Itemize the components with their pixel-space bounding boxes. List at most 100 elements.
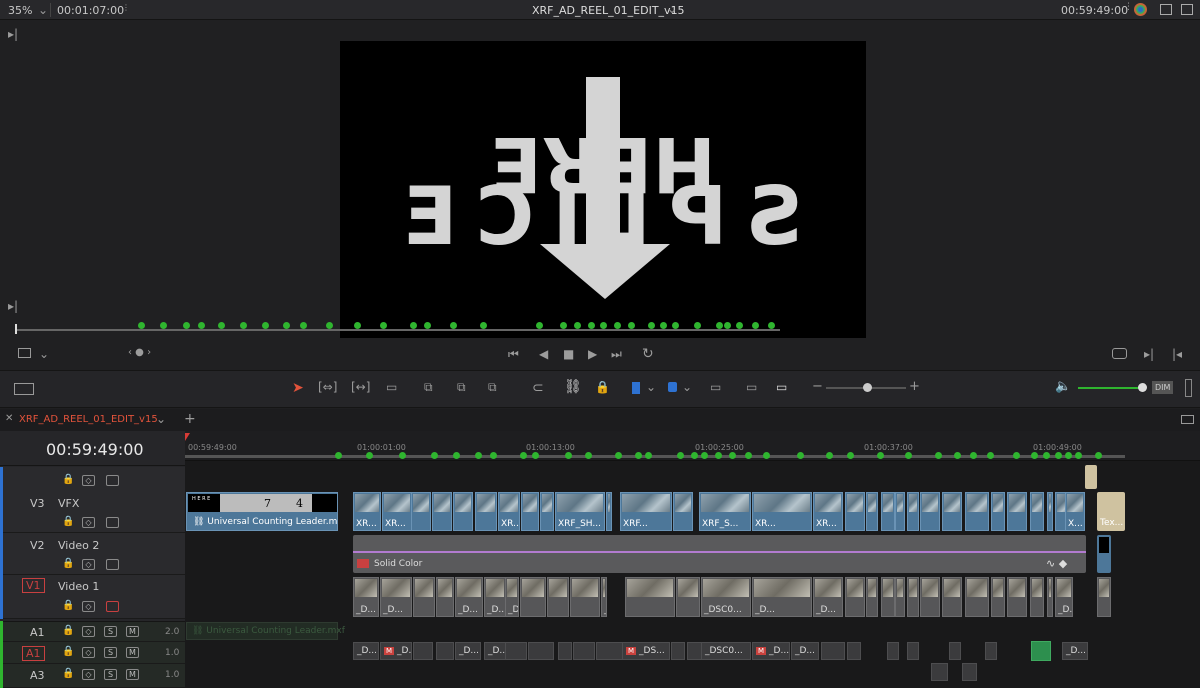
v3-clip[interactable] bbox=[965, 492, 989, 531]
go-to-end-icon[interactable]: ⏭ bbox=[611, 348, 622, 360]
zoom-detail-icon[interactable]: ▭ bbox=[746, 381, 757, 393]
v2-end-clip[interactable] bbox=[1097, 535, 1111, 573]
marker-dot[interactable] bbox=[716, 322, 723, 329]
v3-clip[interactable]: XR... bbox=[752, 492, 812, 531]
v1-clip[interactable]: _D... bbox=[505, 577, 519, 617]
marker-dot[interactable] bbox=[1055, 452, 1062, 459]
v1-clip[interactable]: _D... bbox=[455, 577, 483, 617]
v3-clip[interactable] bbox=[673, 492, 693, 531]
flag-icon[interactable] bbox=[632, 382, 640, 394]
playhead-head[interactable] bbox=[185, 433, 190, 441]
green-audio-clip[interactable] bbox=[1031, 641, 1051, 661]
audio-clip[interactable]: M_D... bbox=[380, 642, 412, 660]
audio-clip[interactable] bbox=[573, 642, 595, 660]
marker-dot[interactable] bbox=[1031, 452, 1038, 459]
viewer-options-icon[interactable] bbox=[18, 348, 31, 358]
v3-clip[interactable] bbox=[942, 492, 962, 531]
next-edit-icon[interactable]: ▸| bbox=[1144, 348, 1154, 360]
marker-dot[interactable] bbox=[877, 452, 884, 459]
lock-icon[interactable]: 🔒 bbox=[62, 517, 74, 527]
v1-clip[interactable]: _D... bbox=[752, 577, 812, 617]
marker-dot[interactable] bbox=[335, 452, 342, 459]
chevron-down-icon[interactable]: ⌄ bbox=[39, 348, 49, 360]
audio-clip[interactable]: _D... bbox=[353, 642, 379, 660]
title-clip-upper[interactable] bbox=[1085, 465, 1097, 489]
dim-button[interactable]: DIM bbox=[1152, 381, 1174, 394]
replace-clip-icon[interactable]: ⧉ bbox=[488, 381, 497, 393]
marker-dot[interactable] bbox=[300, 322, 307, 329]
match-frame-icon[interactable] bbox=[1112, 348, 1127, 359]
marker-dot[interactable] bbox=[600, 322, 607, 329]
a3-clip[interactable] bbox=[962, 663, 977, 681]
timeline-tab[interactable]: XRF_AD_REEL_01_EDIT_v15 bbox=[19, 414, 158, 425]
marker-dot[interactable] bbox=[701, 452, 708, 459]
lock-icon[interactable]: 🔒 bbox=[62, 647, 74, 657]
marker-dot[interactable] bbox=[660, 322, 667, 329]
fullscreen-icon[interactable] bbox=[1181, 4, 1193, 15]
v3-clip[interactable]: XR... bbox=[353, 492, 381, 531]
marker-dot[interactable] bbox=[480, 322, 487, 329]
v1-clip[interactable] bbox=[570, 577, 600, 617]
audio-clip[interactable] bbox=[821, 642, 845, 660]
zoom-out-icon[interactable]: − bbox=[812, 380, 823, 393]
marker-dot[interactable] bbox=[1075, 452, 1082, 459]
v3-clip[interactable] bbox=[1030, 492, 1044, 531]
v3-clip[interactable] bbox=[907, 492, 919, 531]
timeline-ruler[interactable]: 00:59:49:00 01:00:01:00 01:00:13:00 01:0… bbox=[185, 431, 1200, 461]
marker-dot[interactable] bbox=[380, 322, 387, 329]
v1-clip[interactable] bbox=[942, 577, 962, 617]
marker-dot[interactable] bbox=[987, 452, 994, 459]
marker-icon[interactable] bbox=[668, 382, 677, 392]
v1-clip[interactable]: _DS... bbox=[601, 577, 607, 617]
marker-dot[interactable] bbox=[970, 452, 977, 459]
v1-clip[interactable] bbox=[881, 577, 895, 617]
marker-dot[interactable] bbox=[262, 322, 269, 329]
marker-dot[interactable] bbox=[565, 452, 572, 459]
v1-clip[interactable]: _D... bbox=[1055, 577, 1073, 617]
audio-clip[interactable] bbox=[907, 642, 919, 660]
marker-dot[interactable] bbox=[672, 322, 679, 329]
v1-clip[interactable] bbox=[1047, 577, 1053, 617]
marker-dot[interactable] bbox=[752, 322, 759, 329]
auto-select-icon[interactable]: ◇ bbox=[82, 475, 95, 486]
v1-clip[interactable] bbox=[991, 577, 1005, 617]
solid-color-clip[interactable]: Solid Color ∿ ◆ bbox=[353, 535, 1086, 573]
v1-clip[interactable]: _D... bbox=[353, 577, 379, 617]
chevron-down-icon[interactable]: ⌄ bbox=[38, 4, 48, 16]
v1-clip[interactable]: _DSC0... bbox=[701, 577, 751, 617]
audio-clip[interactable]: _D... bbox=[484, 642, 506, 660]
v1-clip[interactable] bbox=[413, 577, 435, 617]
close-icon[interactable]: ✕ bbox=[5, 414, 13, 424]
marker-dot[interactable] bbox=[585, 452, 592, 459]
marker-dot[interactable] bbox=[536, 322, 543, 329]
overwrite-clip-icon[interactable]: ⧉ bbox=[457, 381, 466, 393]
lock-icon[interactable]: 🔒 bbox=[62, 601, 74, 611]
insert-clip-icon[interactable]: ⧉ bbox=[424, 381, 433, 393]
v1-clip[interactable]: _D... bbox=[484, 577, 506, 617]
v3-clip[interactable]: XRF_SH... bbox=[555, 492, 605, 531]
trim-tool-icon[interactable]: [⇔] bbox=[318, 381, 337, 393]
marker-dot[interactable] bbox=[490, 452, 497, 459]
v1-clip[interactable] bbox=[625, 577, 675, 617]
marker-dot[interactable] bbox=[424, 322, 431, 329]
play-reverse-icon[interactable]: ◀ bbox=[539, 348, 548, 360]
timeline-title[interactable]: XRF_AD_REEL_01_EDIT_v15 bbox=[532, 4, 685, 17]
audio-clip[interactable] bbox=[558, 642, 572, 660]
marker-dot[interactable] bbox=[736, 322, 743, 329]
v3-clip[interactable] bbox=[521, 492, 539, 531]
v3-clip[interactable] bbox=[411, 492, 431, 531]
dynamic-trim-icon[interactable]: [↔] bbox=[351, 381, 370, 393]
zoom-level[interactable]: 35% bbox=[8, 4, 32, 17]
chevron-down-icon[interactable]: ⌄ bbox=[646, 381, 656, 393]
track-enable-icon[interactable] bbox=[106, 559, 119, 570]
audio-clip[interactable] bbox=[413, 642, 433, 660]
marker-dot[interactable] bbox=[354, 322, 361, 329]
speaker-icon[interactable]: 🔈 bbox=[1055, 380, 1071, 393]
snapping-icon[interactable]: ⊂ bbox=[532, 381, 544, 395]
marker-dot[interactable] bbox=[574, 322, 581, 329]
marker-dot[interactable] bbox=[847, 452, 854, 459]
audio-clip[interactable]: M_D... bbox=[752, 642, 790, 660]
auto-select-icon[interactable]: ◇ bbox=[82, 626, 95, 637]
marker-dot[interactable] bbox=[453, 452, 460, 459]
audio-clip[interactable] bbox=[949, 642, 961, 660]
